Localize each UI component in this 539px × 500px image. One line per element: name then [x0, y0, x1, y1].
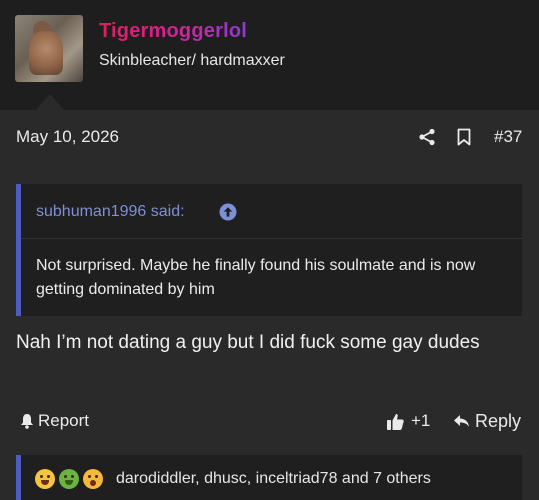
report-label: Report — [38, 411, 90, 430]
jump-to-quote-icon[interactable] — [219, 203, 237, 221]
reactions-bar[interactable]: darodiddler, dhusc, inceltriad78 and 7 o… — [16, 455, 522, 500]
sick-emoji-icon — [59, 469, 79, 489]
reply-button[interactable]: Reply — [453, 410, 521, 432]
reply-arrow-icon — [454, 415, 469, 427]
post-date[interactable]: May 10, 2026 — [16, 127, 119, 147]
like-button[interactable]: +1 — [386, 410, 430, 432]
post-message: Nah I’m not dating a guy but I did fuck … — [16, 332, 480, 353]
like-count: +1 — [411, 411, 431, 430]
thumbs-up-icon — [387, 413, 404, 430]
post-number[interactable]: #37 — [494, 127, 522, 147]
bell-icon — [21, 414, 33, 429]
message-pointer — [36, 94, 64, 110]
username[interactable]: Tigermoggerlol — [99, 20, 247, 43]
quote-text: Not surprised. Maybe he finally found hi… — [36, 257, 476, 298]
reaction-users[interactable]: darodiddler, dhusc, inceltriad78 and 7 o… — [116, 470, 431, 488]
post-author-header: Tigermoggerlol Skinbleacher/ hardmaxxer — [0, 0, 539, 110]
quote-block: subhuman1996 said: Not surprised. Maybe … — [16, 184, 522, 316]
report-button[interactable]: Report — [20, 410, 89, 432]
reply-label: Reply — [475, 410, 522, 431]
bookmark-icon[interactable] — [457, 128, 471, 146]
quote-author[interactable]: subhuman1996 said: — [36, 203, 185, 221]
reaction-emoji-list — [35, 469, 103, 489]
laughing-emoji-icon — [35, 469, 55, 489]
share-icon[interactable] — [418, 128, 436, 146]
quote-header: subhuman1996 said: — [21, 184, 522, 239]
user-title: Skinbleacher/ hardmaxxer — [99, 52, 285, 69]
avatar-body — [29, 31, 63, 75]
shocked-emoji-icon — [83, 469, 103, 489]
user-avatar[interactable] — [15, 15, 83, 82]
